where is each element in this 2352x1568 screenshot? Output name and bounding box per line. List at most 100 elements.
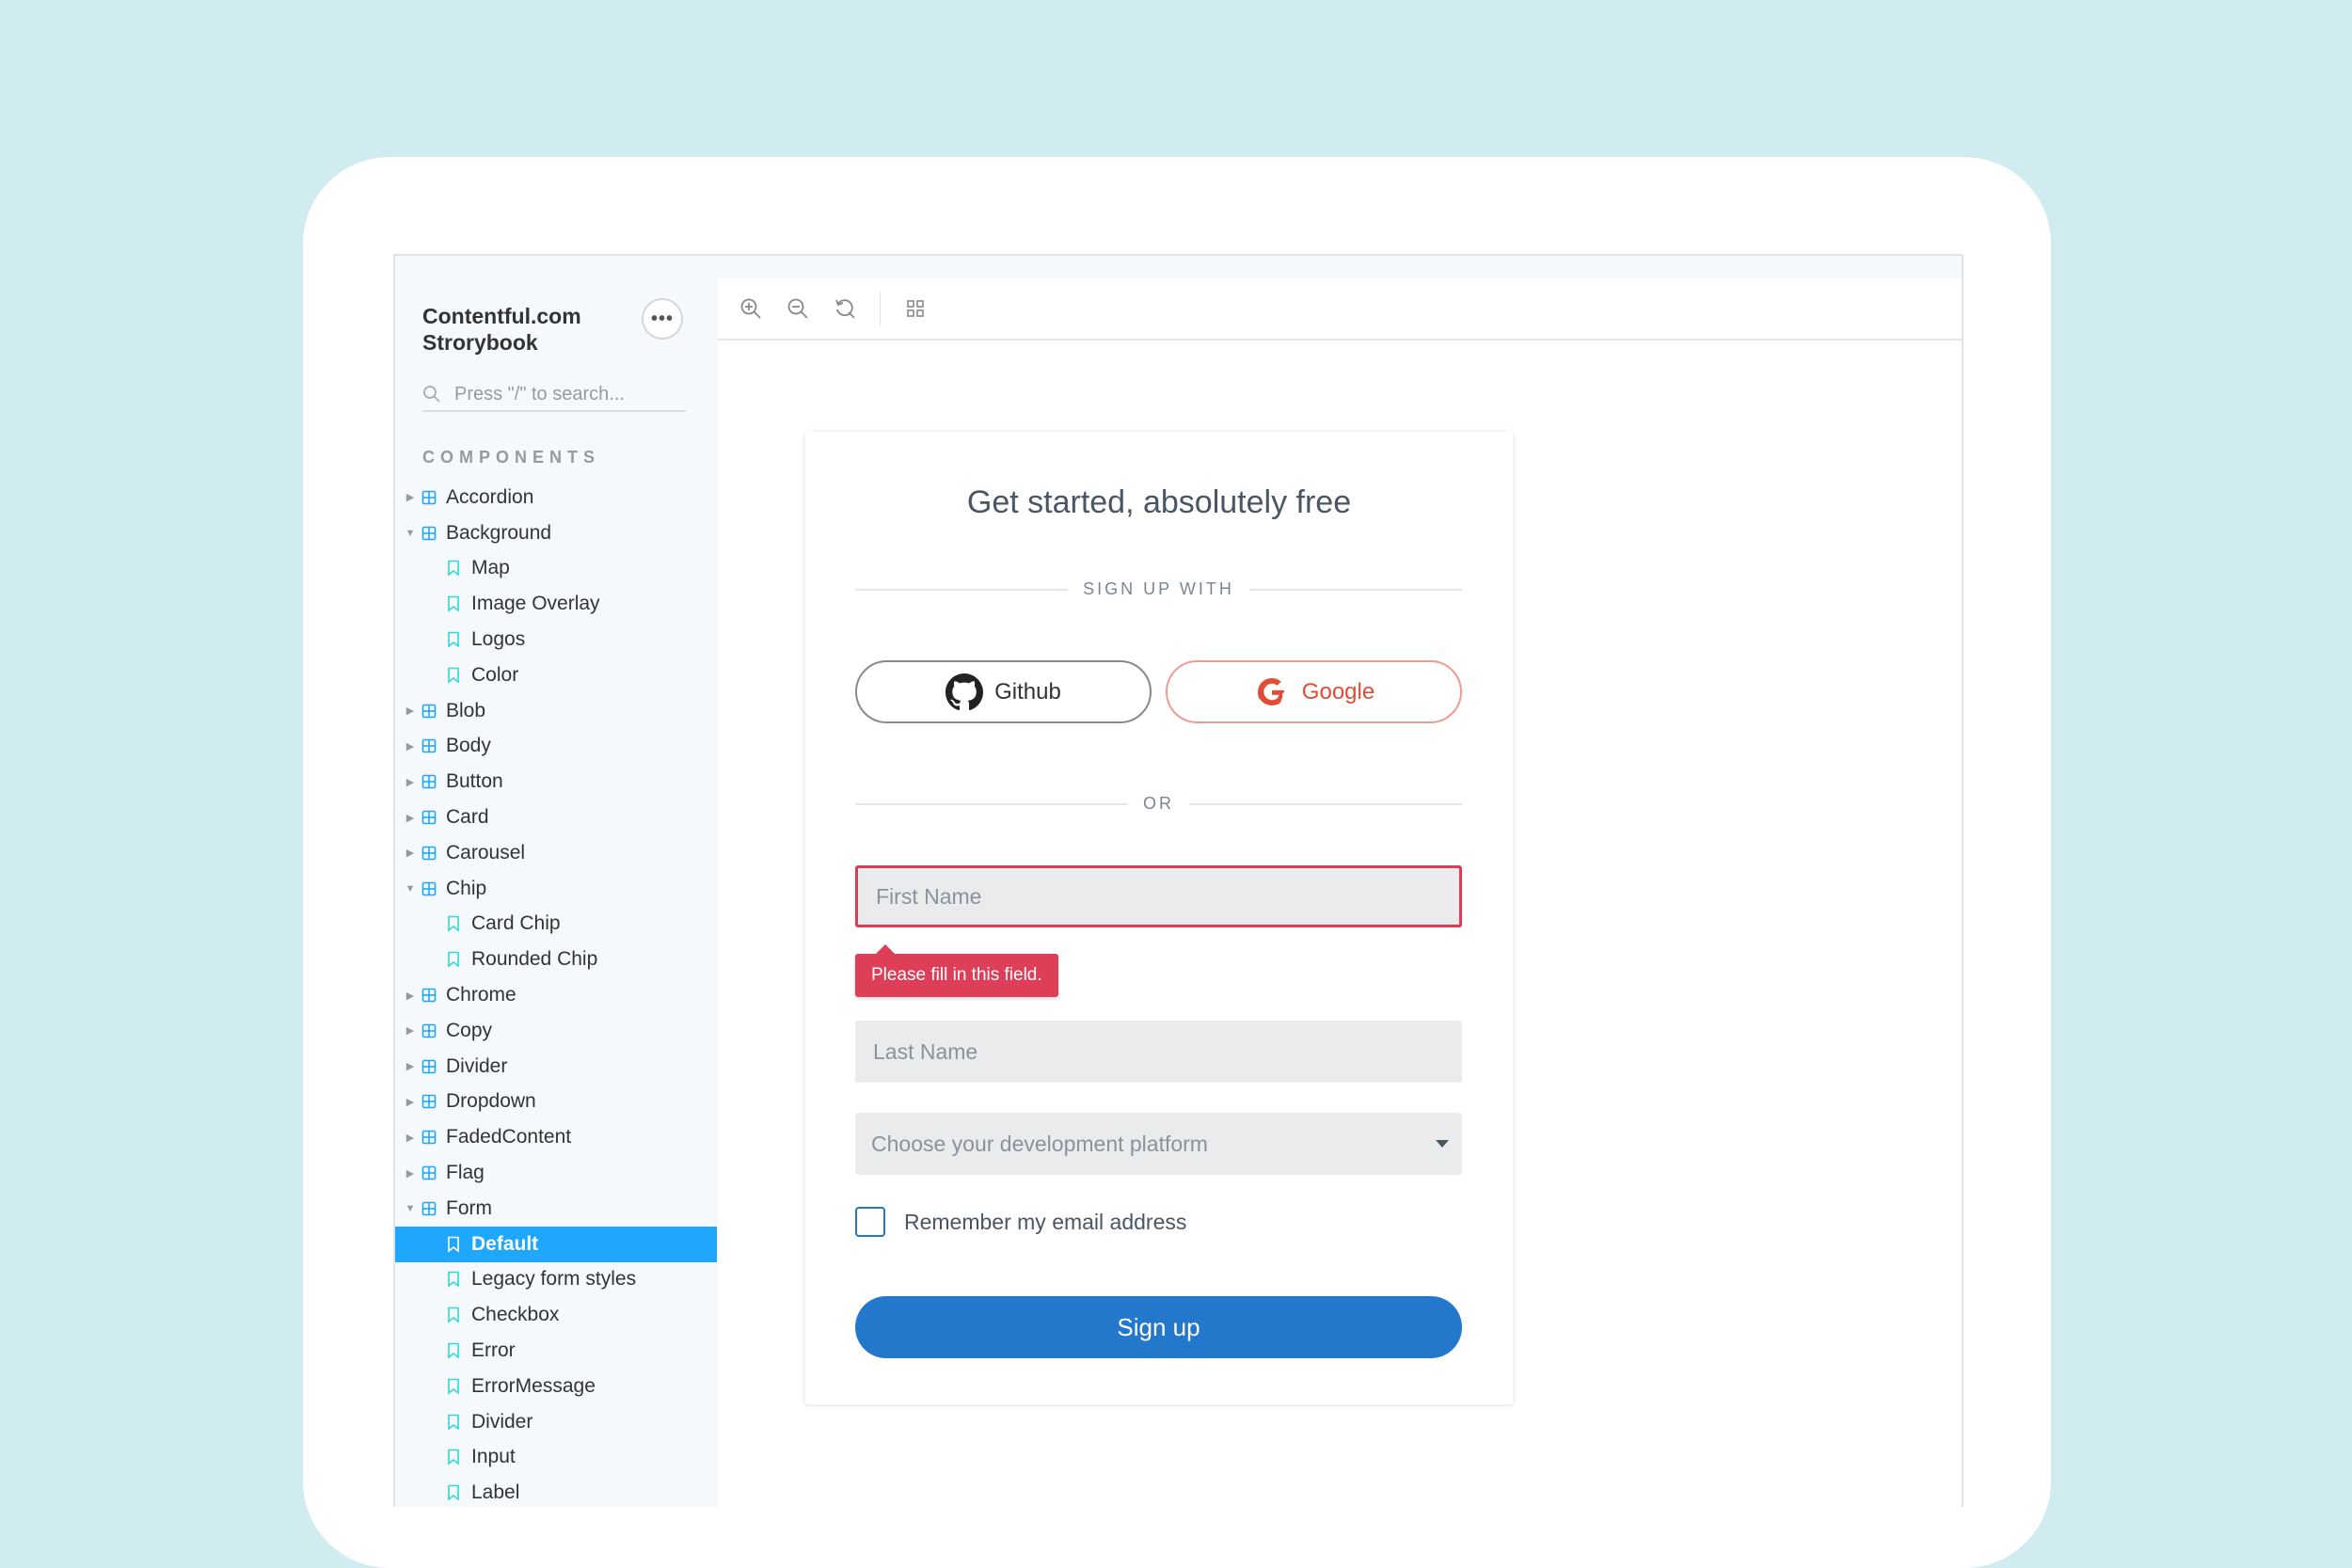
grid-icon[interactable]: [903, 296, 928, 321]
sidebar-component-item[interactable]: ▶ Blob: [395, 693, 717, 729]
sidebar-story-item[interactable]: Map: [395, 551, 717, 587]
sidebar-story-item[interactable]: Checkbox: [395, 1297, 717, 1333]
sign-up-button[interactable]: Sign up: [855, 1296, 1462, 1358]
sidebar-component-item[interactable]: ▶ Divider: [395, 1049, 717, 1085]
sidebar-component-item[interactable]: ▼ Chip: [395, 871, 717, 907]
platform-select[interactable]: Choose your development platform: [855, 1113, 1462, 1175]
sidebar-story-item[interactable]: Rounded Chip: [395, 942, 717, 977]
github-icon: [946, 673, 984, 710]
sidebar-component-item[interactable]: ▶ Chrome: [395, 977, 717, 1013]
component-icon: [421, 1165, 437, 1180]
sidebar-story-item[interactable]: ErrorMessage: [395, 1369, 717, 1404]
sidebar-item-label: FadedContent: [446, 1126, 572, 1148]
sidebar-item-label: Checkbox: [471, 1304, 560, 1326]
sidebar-story-item[interactable]: Input: [395, 1440, 717, 1476]
reset-zoom-icon[interactable]: [833, 296, 857, 321]
sidebar-story-item[interactable]: Error: [395, 1333, 717, 1369]
caret-right-icon[interactable]: ▶: [405, 1132, 416, 1144]
last-name-input[interactable]: [871, 1037, 1462, 1066]
first-name-field[interactable]: [855, 865, 1462, 927]
first-name-input[interactable]: [874, 882, 1459, 911]
sidebar-item-label: Map: [471, 557, 510, 579]
caret-down-icon[interactable]: ▼: [405, 528, 416, 539]
caret-right-icon[interactable]: ▶: [405, 705, 416, 717]
remember-label[interactable]: Remember my email address: [904, 1210, 1186, 1235]
sidebar-component-item[interactable]: ▶ Card: [395, 800, 717, 835]
sidebar-item-label: Chip: [446, 877, 487, 899]
bookmark-icon: [448, 1414, 459, 1431]
sidebar-component-item[interactable]: ▶ Dropdown: [395, 1085, 717, 1120]
caret-down-icon: [1436, 1140, 1449, 1148]
sidebar-story-item[interactable]: Divider: [395, 1404, 717, 1440]
sidebar-item-label: Rounded Chip: [471, 948, 598, 971]
sidebar-item-label: Default: [471, 1232, 539, 1255]
bookmark-icon: [448, 631, 459, 648]
github-button[interactable]: Github: [855, 660, 1152, 723]
sidebar-item-label: Label: [471, 1481, 520, 1504]
section-title-components: COMPONENTS: [422, 448, 601, 467]
caret-right-icon[interactable]: ▶: [405, 1096, 416, 1108]
sidebar-item-label: Divider: [446, 1054, 508, 1077]
sidebar-item-label: Blob: [446, 699, 486, 721]
sidebar-item-label: Input: [471, 1446, 516, 1468]
sidebar-component-item[interactable]: ▶ Body: [395, 729, 717, 765]
caret-right-icon[interactable]: ▶: [405, 1167, 416, 1180]
bookmark-icon: [448, 916, 459, 933]
sidebar-component-item[interactable]: ▶ Button: [395, 764, 717, 800]
sidebar-component-item[interactable]: ▶ FadedContent: [395, 1119, 717, 1155]
brand-title[interactable]: Contentful.com Strorybook: [422, 303, 629, 356]
sidebar-story-item[interactable]: Default: [395, 1226, 717, 1262]
zoom-out-icon[interactable]: [786, 296, 810, 321]
caret-right-icon[interactable]: ▶: [405, 847, 416, 859]
sidebar-component-item[interactable]: ▶ Copy: [395, 1013, 717, 1049]
bookmark-icon: [448, 1236, 459, 1253]
caret-down-icon[interactable]: ▼: [405, 1203, 416, 1214]
sidebar-story-item[interactable]: Image Overlay: [395, 586, 717, 622]
preview-toolbar: [718, 278, 1962, 341]
or-divider: OR: [855, 794, 1462, 814]
sidebar-component-item[interactable]: ▶ Flag: [395, 1155, 717, 1191]
sidebar-item-label: Flag: [446, 1162, 485, 1184]
sign-up-with-label: SIGN UP WITH: [1083, 579, 1234, 598]
component-icon: [421, 1059, 437, 1073]
sidebar-item-label: Color: [471, 663, 519, 686]
sidebar-component-item[interactable]: ▼ Background: [395, 515, 717, 551]
or-label: OR: [1143, 794, 1174, 813]
caret-right-icon[interactable]: ▶: [405, 990, 416, 1002]
remember-checkbox[interactable]: [855, 1207, 885, 1237]
component-icon: [421, 490, 437, 505]
sidebar-component-item[interactable]: ▶ Carousel: [395, 835, 717, 871]
component-icon: [421, 1130, 437, 1145]
sidebar-item-label: Body: [446, 735, 491, 757]
bookmark-icon: [448, 561, 459, 578]
search-bar[interactable]: [422, 378, 686, 412]
caret-down-icon[interactable]: ▼: [405, 883, 416, 895]
search-input[interactable]: [453, 382, 682, 406]
zoom-in-icon[interactable]: [739, 296, 763, 321]
last-name-field[interactable]: [855, 1021, 1462, 1083]
caret-right-icon[interactable]: ▶: [405, 1024, 416, 1037]
caret-right-icon[interactable]: ▶: [405, 740, 416, 752]
google-button[interactable]: Google: [1166, 660, 1462, 723]
bookmark-icon: [448, 1449, 459, 1466]
component-icon: [421, 810, 437, 825]
sidebar-component-item[interactable]: ▶ Accordion: [395, 480, 717, 515]
sidebar-component-item[interactable]: ▼ Form: [395, 1191, 717, 1227]
sidebar-story-item[interactable]: Logos: [395, 622, 717, 657]
sidebar-story-item[interactable]: Color: [395, 657, 717, 693]
more-options-button[interactable]: •••: [642, 298, 683, 340]
sidebar-item-label: Dropdown: [446, 1090, 536, 1113]
caret-right-icon[interactable]: ▶: [405, 491, 416, 503]
caret-right-icon[interactable]: ▶: [405, 812, 416, 824]
search-icon: [423, 386, 440, 403]
sidebar-item-label: Background: [446, 521, 552, 544]
sidebar-item-label: Logos: [471, 628, 526, 651]
sidebar-item-label: Card Chip: [471, 912, 561, 935]
sidebar-story-item[interactable]: Legacy form styles: [395, 1262, 717, 1298]
sidebar-story-item[interactable]: Label: [395, 1475, 717, 1507]
component-icon: [421, 526, 437, 540]
caret-right-icon[interactable]: ▶: [405, 776, 416, 788]
bookmark-icon: [448, 1342, 459, 1359]
sidebar-story-item[interactable]: Card Chip: [395, 907, 717, 942]
caret-right-icon[interactable]: ▶: [405, 1060, 416, 1072]
